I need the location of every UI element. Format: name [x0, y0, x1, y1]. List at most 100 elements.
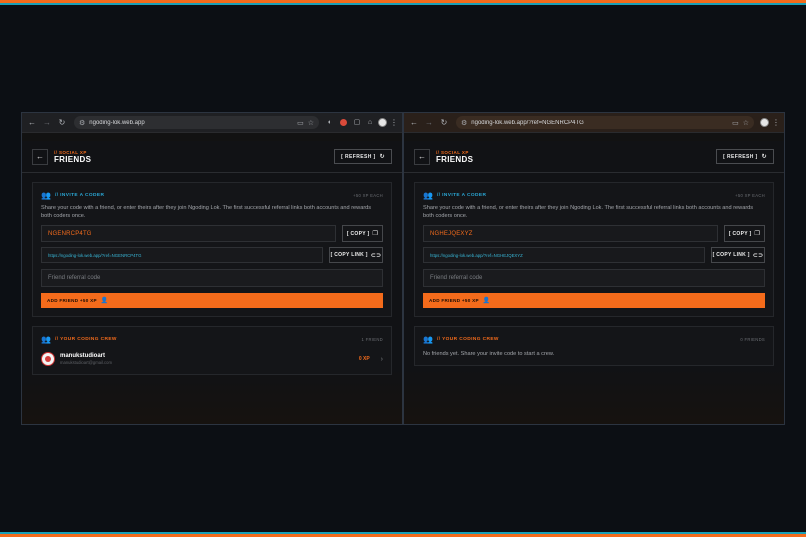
copy-code-button[interactable]: [ COPY ] ❐: [724, 225, 765, 242]
top-accent-stripe: [0, 0, 806, 5]
copy-code-button[interactable]: [ COPY ] ❐: [342, 225, 383, 242]
install-app-icon[interactable]: ▭: [732, 119, 739, 127]
copy-link-button[interactable]: [ COPY LINK ] ⊂⊃: [329, 247, 383, 263]
title-group: // SOCIAL XP FRIENDS: [436, 150, 473, 164]
refresh-label: [ REFRESH ]: [723, 153, 758, 160]
person-add-icon: 👤: [100, 298, 109, 304]
add-friend-button[interactable]: ADD FRIEND +50 XP 👤: [423, 293, 765, 308]
refresh-label: [ REFRESH ]: [341, 153, 376, 160]
invite-card-header: 👥 // INVITE A CODER +50 XP EACH: [423, 190, 765, 200]
browser-window-left: ← → ↻ ⚙ ngoding-lok.web.app ▭ ☆ ◐ ▢ ⌂ ⋮ …: [21, 112, 403, 425]
site-settings-icon[interactable]: ⚙: [79, 119, 85, 127]
header-divider: [404, 172, 784, 173]
invite-link-display: https://ngoding-lok.web.app/?ref=NGENRCP…: [41, 247, 323, 263]
group-icon: 👥: [423, 334, 433, 344]
add-friend-label: ADD FRIEND +50 XP: [429, 298, 479, 303]
invite-xp-meta: +50 XP EACH: [353, 192, 383, 198]
reload-icon[interactable]: ↻: [438, 117, 450, 129]
add-user-icon: 👥: [41, 190, 51, 200]
back-arrow-icon[interactable]: ←: [408, 117, 420, 129]
link-icon: ⊂⊃: [752, 252, 764, 259]
profile-avatar[interactable]: [760, 118, 769, 127]
invite-card: 👥 // INVITE A CODER +50 XP EACH Share yo…: [32, 182, 392, 317]
invite-code-display: NGENRCP4TG: [41, 225, 336, 242]
code-row: NGHEJQEXYZ [ COPY ] ❐: [423, 225, 765, 242]
crew-card-header: 👥 // YOUR CODING CREW 1 FRIEND: [41, 334, 383, 344]
add-user-icon: 👥: [423, 190, 433, 200]
install-app-icon[interactable]: ▭: [297, 119, 304, 127]
invite-code-display: NGHEJQEXYZ: [423, 225, 718, 242]
copy-icon: ❐: [372, 231, 379, 237]
address-bar[interactable]: ⚙ ngoding-lok.web.app/?ref=NGENRCP4TG ▭ …: [456, 116, 754, 129]
crew-count-meta: 0 FRIENDS: [740, 336, 765, 342]
invite-card-header: 👥 // INVITE A CODER +50 XP EACH: [41, 190, 383, 200]
friends-page: ← // SOCIAL XP FRIENDS [ REFRESH ] ↻ 👥 /…: [404, 141, 784, 424]
copy-icon: ❐: [754, 231, 761, 237]
crew-card: 👥 // YOUR CODING CREW 1 FRIEND manukstud…: [32, 326, 392, 375]
forward-arrow-icon[interactable]: →: [423, 117, 435, 129]
add-friend-label: ADD FRIEND +50 XP: [47, 298, 97, 303]
copy-link-label: [ COPY LINK ]: [712, 252, 750, 258]
invite-card-label: // INVITE A CODER: [436, 192, 487, 198]
link-row: https://ngoding-lok.web.app/?ref=NGHEJQE…: [423, 247, 765, 263]
friend-name: manukstudioart: [60, 353, 106, 359]
copy-link-button[interactable]: [ COPY LINK ] ⊂⊃: [711, 247, 765, 263]
title-group: // SOCIAL XP FRIENDS: [54, 150, 91, 164]
browser-menu-icon[interactable]: ⋮: [772, 118, 780, 127]
invite-xp-meta: +50 XP EACH: [735, 192, 765, 198]
refresh-icon: ↻: [761, 154, 767, 160]
refresh-button[interactable]: [ REFRESH ] ↻: [716, 149, 774, 164]
person-add-icon: 👤: [482, 298, 491, 304]
arrow-left-icon: ←: [418, 152, 426, 161]
incognito-icon[interactable]: ⌂: [365, 118, 375, 128]
friends-page: ← // SOCIAL XP FRIENDS [ REFRESH ] ↻ 👥 /…: [22, 141, 402, 424]
address-url: ngoding-lok.web.app: [89, 119, 145, 126]
crew-card-header: 👥 // YOUR CODING CREW 0 FRIENDS: [423, 334, 765, 344]
friend-referral-input[interactable]: Friend referral code: [41, 269, 383, 287]
page-title: FRIENDS: [436, 154, 474, 164]
friend-list-item[interactable]: manukstudioart manukstudioart@gmail.com …: [41, 352, 383, 366]
page-title: FRIENDS: [54, 154, 92, 164]
copy-label: [ COPY ]: [728, 230, 752, 237]
site-settings-icon[interactable]: ⚙: [461, 119, 467, 127]
extension-record-icon[interactable]: [340, 119, 347, 126]
invite-card-label: // INVITE A CODER: [54, 192, 105, 198]
arrow-left-icon: ←: [36, 152, 44, 161]
header-divider: [22, 172, 402, 173]
browser-menu-icon[interactable]: ⋮: [390, 118, 398, 127]
profile-avatar[interactable]: [378, 118, 387, 127]
extension-icon[interactable]: ◐: [325, 118, 335, 128]
friend-email: manukstudioart@gmail.com: [60, 360, 112, 365]
friend-referral-input[interactable]: Friend referral code: [423, 269, 765, 287]
link-row: https://ngoding-lok.web.app/?ref=NGENRCP…: [41, 247, 383, 263]
invite-description: Share your code with a friend, or enter …: [423, 205, 754, 219]
extensions-puzzle-icon[interactable]: ▢: [352, 118, 362, 128]
group-icon: 👥: [41, 334, 51, 344]
link-icon: ⊂⊃: [370, 252, 382, 259]
invite-card: 👥 // INVITE A CODER +50 XP EACH Share yo…: [414, 182, 774, 317]
chevron-right-icon: ›: [380, 355, 383, 363]
address-url: ngoding-lok.web.app/?ref=NGENRCP4TG: [471, 119, 584, 126]
bottom-accent-stripe: [0, 532, 806, 537]
invite-link-display: https://ngoding-lok.web.app/?ref=NGHEJQE…: [423, 247, 705, 263]
copy-label: [ COPY ]: [346, 230, 370, 237]
browser-window-right: ← → ↻ ⚙ ngoding-lok.web.app/?ref=NGENRCP…: [403, 112, 785, 425]
page-back-button[interactable]: ←: [32, 148, 48, 165]
friend-xp: 0 XP: [358, 356, 370, 362]
address-bar[interactable]: ⚙ ngoding-lok.web.app ▭ ☆: [74, 116, 319, 129]
add-friend-button[interactable]: ADD FRIEND +50 XP 👤: [41, 293, 383, 308]
forward-arrow-icon[interactable]: →: [41, 117, 53, 129]
crew-card-label: // YOUR CODING CREW: [54, 336, 117, 342]
friend-avatar: [41, 352, 55, 366]
page-header: ← // SOCIAL XP FRIENDS [ REFRESH ] ↻: [414, 141, 774, 172]
reload-icon[interactable]: ↻: [56, 117, 68, 129]
page-back-button[interactable]: ←: [414, 148, 430, 165]
bookmark-star-icon[interactable]: ☆: [743, 119, 749, 127]
bookmark-star-icon[interactable]: ☆: [308, 119, 314, 127]
back-arrow-icon[interactable]: ←: [26, 117, 38, 129]
copy-link-label: [ COPY LINK ]: [330, 252, 368, 258]
refresh-button[interactable]: [ REFRESH ] ↻: [334, 149, 392, 164]
friend-info: manukstudioart manukstudioart@gmail.com: [60, 353, 112, 365]
refresh-icon: ↻: [379, 154, 385, 160]
browser-toolbar: ← → ↻ ⚙ ngoding-lok.web.app/?ref=NGENRCP…: [404, 113, 784, 133]
